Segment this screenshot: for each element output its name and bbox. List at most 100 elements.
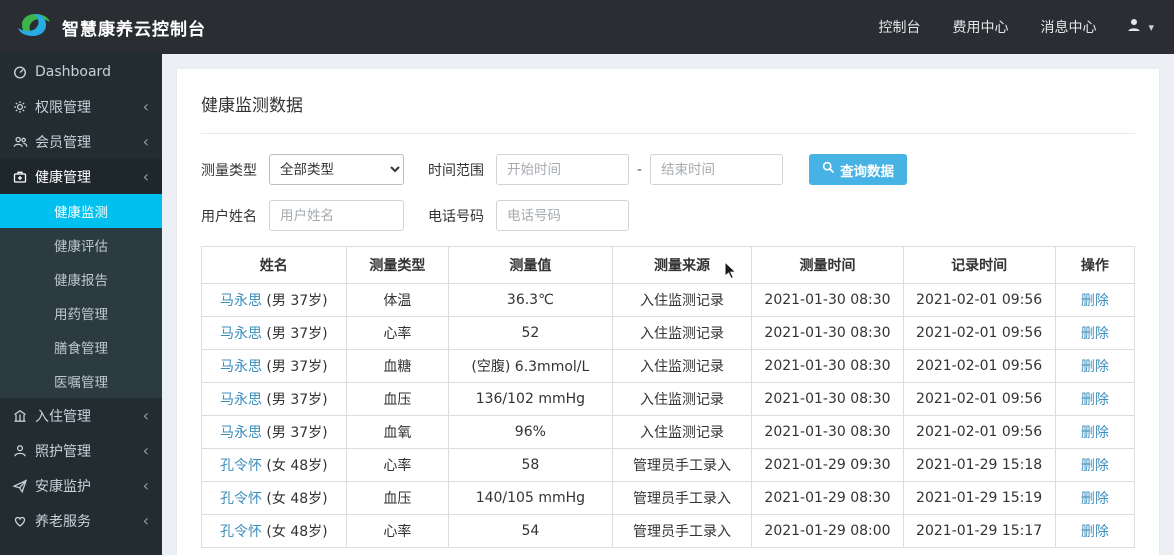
sidebar-item-label: 权限管理 — [35, 99, 91, 116]
table-row: 孔令怀 (女 48岁) 心率 58 管理员手工录入 2021-01-29 09:… — [201, 448, 1136, 482]
medical-kit-icon — [13, 170, 35, 184]
delete-link[interactable]: 删除 — [1081, 458, 1109, 474]
sidebar: Dashboard 权限管理 ‹ 会员管理 ‹ 健康管理 ‹ 健康监测 健康评估… — [0, 54, 162, 555]
cell-name: 孔令怀 (女 48岁) — [201, 448, 347, 482]
cell-source: 入住监测记录 — [611, 382, 753, 416]
patient-name-link[interactable]: 马永思 — [220, 326, 262, 342]
submenu-item-medication[interactable]: 用药管理 — [0, 296, 162, 330]
chevron-left-icon: ‹ — [142, 440, 149, 460]
measure-type-select[interactable]: 全部类型 — [269, 154, 404, 185]
sidebar-item-label: 照护管理 — [35, 443, 91, 460]
phone-label: 电话号码 — [428, 208, 484, 225]
cell-type: 心率 — [345, 448, 450, 482]
patient-name-link[interactable]: 马永思 — [220, 392, 262, 408]
patient-name-link[interactable]: 孔令怀 — [220, 524, 262, 540]
cell-type: 血压 — [345, 481, 450, 515]
col-header-actions: 操作 — [1054, 246, 1136, 284]
submenu-item-diet[interactable]: 膳食管理 — [0, 330, 162, 364]
cell-recorded: 2021-02-01 09:56 — [902, 283, 1056, 317]
submenu-item-health-report[interactable]: 健康报告 — [0, 262, 162, 296]
cell-type: 血氧 — [345, 415, 450, 449]
cell-actions: 删除 — [1054, 316, 1136, 350]
username-label: 用户姓名 — [201, 208, 257, 225]
delete-link[interactable]: 删除 — [1081, 359, 1109, 375]
patient-meta: (女 48岁) — [266, 491, 328, 507]
table-row: 马永思 (男 37岁) 血糖 (空腹) 6.3mmol/L 入住监测记录 202… — [201, 349, 1136, 383]
patient-name-link[interactable]: 马永思 — [220, 359, 262, 375]
patient-meta: (女 48岁) — [266, 524, 328, 540]
cell-actions: 删除 — [1054, 514, 1136, 548]
col-header-measured: 测量时间 — [751, 246, 904, 284]
sidebar-item-checkin[interactable]: 入住管理 ‹ — [0, 398, 162, 433]
delete-link[interactable]: 删除 — [1081, 524, 1109, 540]
username-input[interactable] — [269, 200, 404, 231]
patient-name-link[interactable]: 马永思 — [220, 425, 262, 441]
cell-value: 136/102 mmHg — [448, 382, 613, 416]
heart-icon — [13, 514, 35, 528]
cell-type: 心率 — [345, 514, 450, 548]
delete-link[interactable]: 删除 — [1081, 326, 1109, 342]
sidebar-item-care[interactable]: 照护管理 ‹ — [0, 433, 162, 468]
patient-meta: (男 37岁) — [266, 293, 328, 309]
sidebar-item-permissions[interactable]: 权限管理 ‹ — [0, 89, 162, 124]
cell-measured: 2021-01-30 08:30 — [751, 316, 904, 350]
phone-input[interactable] — [496, 200, 629, 231]
cell-value: 96% — [448, 415, 613, 449]
navbar-right: 控制台 费用中心 消息中心 ▾ — [862, 0, 1174, 54]
cell-name: 马永思 (男 37岁) — [201, 415, 347, 449]
sidebar-item-elder-service[interactable]: 养老服务 ‹ — [0, 503, 162, 538]
cell-measured: 2021-01-30 08:30 — [751, 382, 904, 416]
patient-meta: (男 37岁) — [266, 425, 328, 441]
cell-value: 36.3℃ — [448, 283, 613, 317]
brand[interactable]: 智慧康养云控制台 — [0, 10, 222, 44]
cell-source: 管理员手工录入 — [611, 514, 753, 548]
delete-link[interactable]: 删除 — [1081, 392, 1109, 408]
page-title: 健康监测数据 — [201, 91, 1135, 134]
patient-meta: (男 37岁) — [266, 392, 328, 408]
chevron-down-icon: ▾ — [1148, 20, 1154, 34]
nav-link-billing[interactable]: 费用中心 — [936, 0, 1024, 54]
health-data-table: 姓名 测量类型 测量值 测量来源 测量时间 记录时间 操作 马永思 (男 37岁… — [201, 246, 1136, 548]
cell-name: 马永思 (男 37岁) — [201, 283, 347, 317]
person-icon — [13, 444, 35, 458]
search-icon — [822, 161, 835, 178]
end-time-input[interactable] — [650, 154, 784, 185]
cell-name: 马永思 (男 37岁) — [201, 382, 347, 416]
cell-actions: 删除 — [1054, 481, 1136, 515]
cell-recorded: 2021-02-01 09:56 — [902, 382, 1056, 416]
query-button[interactable]: 查询数据 — [809, 154, 908, 185]
sidebar-item-monitor[interactable]: 安康监护 ‹ — [0, 468, 162, 503]
user-menu[interactable]: ▾ — [1112, 0, 1174, 54]
start-time-input[interactable] — [496, 154, 629, 185]
delete-link[interactable]: 删除 — [1081, 491, 1109, 507]
patient-name-link[interactable]: 孔令怀 — [220, 491, 262, 507]
cell-actions: 删除 — [1054, 448, 1136, 482]
app-title: 智慧康养云控制台 — [62, 19, 206, 40]
sidebar-item-health[interactable]: 健康管理 ‹ — [0, 159, 162, 194]
cell-measured: 2021-01-30 08:30 — [751, 349, 904, 383]
delete-link[interactable]: 删除 — [1081, 425, 1109, 441]
nav-link-console[interactable]: 控制台 — [862, 0, 936, 54]
delete-link[interactable]: 删除 — [1081, 293, 1109, 309]
col-header-name: 姓名 — [201, 246, 347, 284]
chevron-left-icon: ‹ — [142, 510, 149, 530]
users-icon — [13, 135, 35, 149]
cell-source: 入住监测记录 — [611, 283, 753, 317]
submenu-item-doctor-orders[interactable]: 医嘱管理 — [0, 364, 162, 398]
patient-name-link[interactable]: 孔令怀 — [220, 458, 262, 474]
cell-recorded: 2021-01-29 15:19 — [902, 481, 1056, 515]
cell-measured: 2021-01-30 08:30 — [751, 415, 904, 449]
cell-recorded: 2021-02-01 09:56 — [902, 349, 1056, 383]
cell-type: 血糖 — [345, 349, 450, 383]
patient-name-link[interactable]: 马永思 — [220, 293, 262, 309]
nav-link-messages[interactable]: 消息中心 — [1024, 0, 1112, 54]
submenu-item-health-monitor[interactable]: 健康监测 — [0, 194, 162, 228]
sidebar-item-dashboard[interactable]: Dashboard — [0, 54, 162, 89]
filter-row-2: 用户姓名 电话号码 — [201, 200, 1135, 231]
submenu-item-health-assess[interactable]: 健康评估 — [0, 228, 162, 262]
cell-type: 血压 — [345, 382, 450, 416]
cell-measured: 2021-01-29 08:00 — [751, 514, 904, 548]
sidebar-item-members[interactable]: 会员管理 ‹ — [0, 124, 162, 159]
cell-value: (空腹) 6.3mmol/L — [448, 349, 613, 383]
chevron-left-icon: ‹ — [142, 131, 149, 151]
